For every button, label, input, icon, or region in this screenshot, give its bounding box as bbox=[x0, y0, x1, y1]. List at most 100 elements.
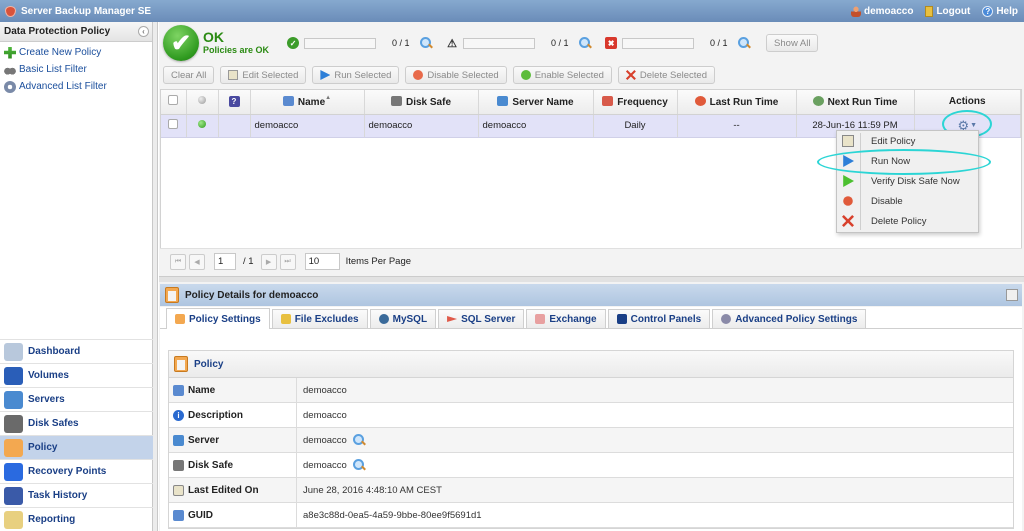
disable-selected-button[interactable]: Disable Selected bbox=[405, 66, 507, 84]
sidebar-item-reporting[interactable]: Reporting bbox=[0, 507, 153, 531]
basic-list-filter-link[interactable]: Basic List Filter bbox=[0, 61, 152, 78]
button-label: Delete Selected bbox=[639, 69, 707, 81]
sidebar-splitter[interactable] bbox=[153, 22, 158, 531]
user-icon bbox=[850, 5, 861, 17]
tab-label: MySQL bbox=[392, 313, 428, 325]
logout-link[interactable]: Logout bbox=[925, 5, 971, 17]
control-panels-icon bbox=[616, 314, 627, 324]
status-green-icon bbox=[198, 120, 206, 128]
delete-icon bbox=[625, 70, 636, 80]
sidebar: Data Protection Policy ‹ Create New Poli… bbox=[0, 22, 153, 531]
search-disk-safe-icon[interactable] bbox=[352, 459, 365, 471]
servers-icon bbox=[4, 390, 23, 409]
menu-label: Edit Policy bbox=[871, 135, 916, 147]
tab-sql-server[interactable]: SQL Server bbox=[438, 309, 525, 328]
horizontal-splitter[interactable] bbox=[159, 276, 1024, 282]
maximize-button[interactable] bbox=[1006, 289, 1018, 301]
menu-label: Disable bbox=[871, 195, 903, 207]
gears-icon bbox=[721, 314, 732, 324]
tab-exchange[interactable]: Exchange bbox=[526, 309, 606, 328]
show-all-button[interactable]: Show All bbox=[766, 34, 819, 52]
collapse-sidebar-button[interactable]: ‹ bbox=[138, 26, 149, 37]
sidebar-item-disk-safes[interactable]: Disk Safes bbox=[0, 411, 153, 435]
gear-filter-icon bbox=[4, 80, 16, 93]
property-value: demoacco bbox=[303, 384, 347, 396]
edit-selected-button[interactable]: Edit Selected bbox=[220, 66, 307, 84]
select-all-checkbox[interactable] bbox=[168, 95, 179, 106]
search-warning-icon[interactable] bbox=[579, 37, 591, 49]
sidebar-item-recovery-points[interactable]: Recovery Points bbox=[0, 459, 153, 483]
column-header-frequency[interactable]: Frequency bbox=[593, 90, 678, 115]
tab-control-panels[interactable]: Control Panels bbox=[607, 309, 711, 328]
reporting-icon bbox=[4, 510, 23, 529]
policy-settings-panel: Policy Name demoacco i Description demoac… bbox=[160, 329, 1022, 531]
logout-label: Logout bbox=[936, 5, 971, 17]
sidebar-item-servers[interactable]: Servers bbox=[0, 387, 153, 411]
disk-safe-icon bbox=[390, 95, 402, 106]
ok-count: 0 / 1 bbox=[392, 38, 410, 48]
user-menu[interactable]: demoacco bbox=[850, 5, 914, 17]
username: demoacco bbox=[863, 5, 914, 17]
advanced-list-filter-link[interactable]: Advanced List Filter bbox=[0, 78, 152, 95]
prev-page-button[interactable]: ◀ bbox=[189, 253, 205, 270]
last-page-button[interactable]: ⏭ bbox=[279, 253, 296, 270]
column-header-next-run-time[interactable]: Next Run Time bbox=[796, 90, 915, 115]
question-column-header[interactable]: ? bbox=[218, 90, 251, 115]
property-value: demoacco bbox=[303, 409, 347, 421]
items-per-page-input[interactable]: 10 bbox=[304, 253, 340, 270]
error-icon: ✖ bbox=[605, 37, 618, 49]
enable-selected-button[interactable]: Enable Selected bbox=[512, 66, 612, 84]
sidebar-item-policy[interactable]: Policy bbox=[0, 435, 153, 459]
help-link[interactable]: ? Help bbox=[982, 5, 1018, 17]
edit-icon bbox=[228, 70, 239, 80]
header-label: Server Name bbox=[512, 96, 574, 108]
tab-label: SQL Server bbox=[461, 313, 516, 325]
header-label: Next Run Time bbox=[827, 96, 898, 108]
clipboard-icon bbox=[165, 287, 179, 303]
sql-server-icon bbox=[447, 316, 458, 322]
question-icon: ? bbox=[228, 96, 240, 108]
row-checkbox[interactable] bbox=[168, 119, 179, 129]
property-key: GUID bbox=[188, 509, 213, 521]
search-ok-icon[interactable] bbox=[420, 37, 432, 49]
clear-all-button[interactable]: Clear All bbox=[163, 66, 215, 84]
tab-advanced-policy-settings[interactable]: Advanced Policy Settings bbox=[712, 309, 867, 328]
menu-item-disable[interactable]: Disable bbox=[837, 191, 978, 211]
column-header-last-run-time[interactable]: Last Run Time bbox=[677, 90, 797, 115]
status-column-header[interactable] bbox=[186, 90, 219, 115]
app-brand: Server Backup Manager SE bbox=[0, 5, 151, 17]
clipboard-icon bbox=[174, 356, 188, 372]
link-label: Advanced List Filter bbox=[19, 81, 107, 92]
header-label: Name bbox=[297, 97, 326, 109]
column-header-server-name[interactable]: Server Name bbox=[478, 90, 594, 115]
sidebar-item-task-history[interactable]: Task History bbox=[0, 483, 153, 507]
menu-item-delete-policy[interactable]: Delete Policy bbox=[837, 211, 978, 231]
tab-mysql[interactable]: MySQL bbox=[369, 309, 437, 328]
menu-item-edit-policy[interactable]: Edit Policy bbox=[837, 131, 978, 151]
header-label: Frequency bbox=[617, 96, 668, 108]
tab-label: Exchange bbox=[549, 313, 597, 325]
run-selected-button[interactable]: Run Selected bbox=[312, 66, 400, 84]
disk-safe-icon bbox=[173, 459, 184, 471]
page-input[interactable]: 1 bbox=[214, 253, 236, 270]
tab-file-excludes[interactable]: File Excludes bbox=[271, 309, 368, 328]
delete-icon bbox=[842, 215, 854, 227]
next-page-button[interactable]: ▶ bbox=[260, 253, 277, 270]
property-value: June 28, 2016 4:48:10 AM CEST bbox=[303, 484, 442, 496]
disable-icon bbox=[843, 196, 853, 206]
nav-label: Dashboard bbox=[28, 346, 81, 357]
tab-policy-settings[interactable]: Policy Settings bbox=[166, 308, 270, 329]
column-header-name[interactable]: Name▲ bbox=[250, 90, 365, 115]
logout-icon bbox=[925, 5, 934, 17]
warning-progress-bar bbox=[463, 37, 536, 49]
last-run-icon bbox=[694, 95, 706, 106]
sidebar-item-volumes[interactable]: Volumes bbox=[0, 363, 153, 387]
first-page-button[interactable]: ⏮ bbox=[170, 253, 186, 270]
search-error-icon[interactable] bbox=[738, 37, 750, 49]
search-server-icon[interactable] bbox=[352, 434, 365, 446]
sidebar-item-dashboard[interactable]: Dashboard bbox=[0, 339, 153, 363]
property-row-disk-safe: Disk Safe demoacco bbox=[169, 453, 1013, 478]
create-new-policy-link[interactable]: Create New Policy bbox=[0, 44, 152, 61]
column-header-disk-safe[interactable]: Disk Safe bbox=[364, 90, 479, 115]
delete-selected-button[interactable]: Delete Selected bbox=[617, 66, 715, 84]
